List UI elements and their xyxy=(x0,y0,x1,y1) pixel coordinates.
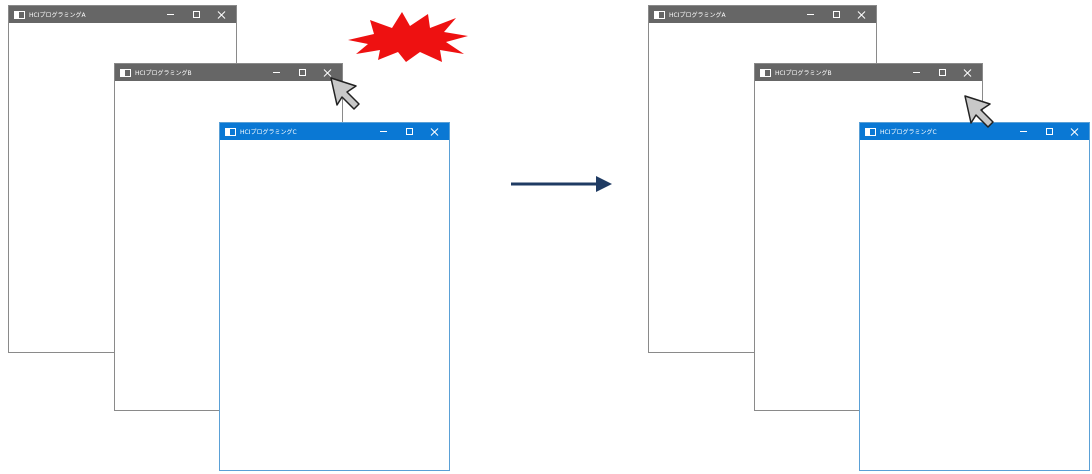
maximize-button[interactable] xyxy=(190,9,202,21)
window-title: HCIプログラミングC xyxy=(240,129,297,136)
close-icon xyxy=(1071,128,1079,136)
minimize-button[interactable] xyxy=(910,67,922,79)
minimize-button[interactable] xyxy=(164,9,176,21)
minimize-icon xyxy=(379,131,387,132)
minimize-button[interactable] xyxy=(377,126,389,138)
close-button[interactable] xyxy=(1069,126,1081,138)
close-button[interactable] xyxy=(429,126,441,138)
maximize-button[interactable] xyxy=(936,67,948,79)
close-button[interactable] xyxy=(856,9,868,21)
window-app-icon xyxy=(225,127,236,136)
window-title: HCIプログラミングB xyxy=(135,70,192,77)
titlebar[interactable]: HCIプログラミングB xyxy=(755,64,982,81)
window-title: HCIプログラミングA xyxy=(29,12,86,19)
close-icon xyxy=(964,69,972,77)
window-app-icon xyxy=(14,10,25,19)
minimize-button[interactable] xyxy=(1017,126,1029,138)
minimize-icon xyxy=(806,14,814,15)
maximize-button[interactable] xyxy=(1043,126,1055,138)
minimize-button[interactable] xyxy=(270,67,282,79)
minimize-icon xyxy=(272,72,280,73)
window-title: HCIプログラミングA xyxy=(669,12,726,19)
window-c: HCIプログラミングC xyxy=(219,122,450,471)
explosion-burst-icon xyxy=(348,12,468,62)
window-c: HCIプログラミングC xyxy=(859,122,1090,471)
titlebar[interactable]: HCIプログラミングC xyxy=(220,123,449,140)
maximize-icon xyxy=(405,128,413,135)
close-button[interactable] xyxy=(216,9,228,21)
titlebar[interactable]: HCIプログラミングA xyxy=(9,6,236,23)
mouse-pointer-icon xyxy=(330,77,360,110)
close-icon xyxy=(431,128,439,136)
minimize-icon xyxy=(1019,131,1027,132)
maximize-icon xyxy=(192,11,200,18)
close-icon xyxy=(218,11,226,19)
window-app-icon xyxy=(654,10,665,19)
minimize-icon xyxy=(912,72,920,73)
minimize-button[interactable] xyxy=(804,9,816,21)
close-button[interactable] xyxy=(962,67,974,79)
titlebar[interactable]: HCIプログラミングA xyxy=(649,6,876,23)
right-arrow-icon xyxy=(511,176,612,192)
minimize-icon xyxy=(166,14,174,15)
window-app-icon xyxy=(120,68,131,77)
maximize-icon xyxy=(938,69,946,76)
maximize-button[interactable] xyxy=(296,67,308,79)
maximize-icon xyxy=(832,11,840,18)
maximize-button[interactable] xyxy=(830,9,842,21)
maximize-icon xyxy=(298,69,306,76)
maximize-icon xyxy=(1045,128,1053,135)
titlebar[interactable]: HCIプログラミングB xyxy=(115,64,342,81)
window-app-icon xyxy=(865,127,876,136)
mouse-pointer-icon xyxy=(964,95,994,128)
window-title: HCIプログラミングC xyxy=(880,129,937,136)
maximize-button[interactable] xyxy=(403,126,415,138)
close-icon xyxy=(858,11,866,19)
window-title: HCIプログラミングB xyxy=(775,70,832,77)
window-app-icon xyxy=(760,68,771,77)
